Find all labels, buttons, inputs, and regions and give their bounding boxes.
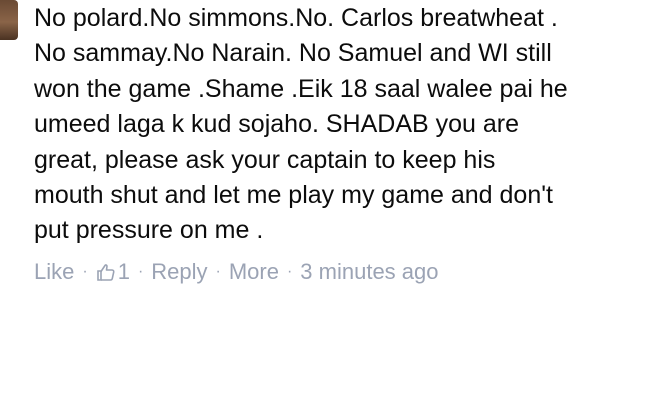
reply-link[interactable]: Reply [151, 259, 207, 285]
like-count: 1 [117, 259, 130, 284]
separator: · [215, 263, 221, 280]
comment-line: No sammay.No Narain. No Samuel and WI st… [34, 39, 552, 68]
separator: · [286, 263, 293, 280]
like-link[interactable]: Like [34, 259, 74, 285]
timestamp-link[interactable]: 3 minutes ago [300, 259, 438, 285]
comment-text: No polard.No simmons.No. Carlos breatwhe… [34, 1, 666, 249]
comment-line: No polard.No simmons.No. Carlos breatwhe… [34, 4, 558, 32]
comment-actions: Like · 1 · Reply · More · 3 minutes ago [34, 254, 439, 290]
avatar[interactable] [0, 0, 18, 40]
separator: · [137, 263, 144, 280]
thumbs-up-icon [96, 262, 116, 282]
separator: · [82, 263, 88, 280]
comment: No polard.No simmons.No. Carlos breatwhe… [34, 1, 666, 249]
comment-line: umeed laga k kud sojaho. SHADAB you are [34, 110, 519, 139]
comment-line: great, please ask your captain to keep h… [34, 145, 496, 174]
like-count-button[interactable]: 1 [96, 259, 130, 285]
comment-line: put pressure on me . [34, 216, 264, 245]
comment-line: mouth shut and let me play my game and d… [34, 181, 553, 210]
comment-line: won the game .Shame .Eik 18 saal walee p… [34, 74, 568, 103]
more-link[interactable]: More [229, 259, 279, 285]
